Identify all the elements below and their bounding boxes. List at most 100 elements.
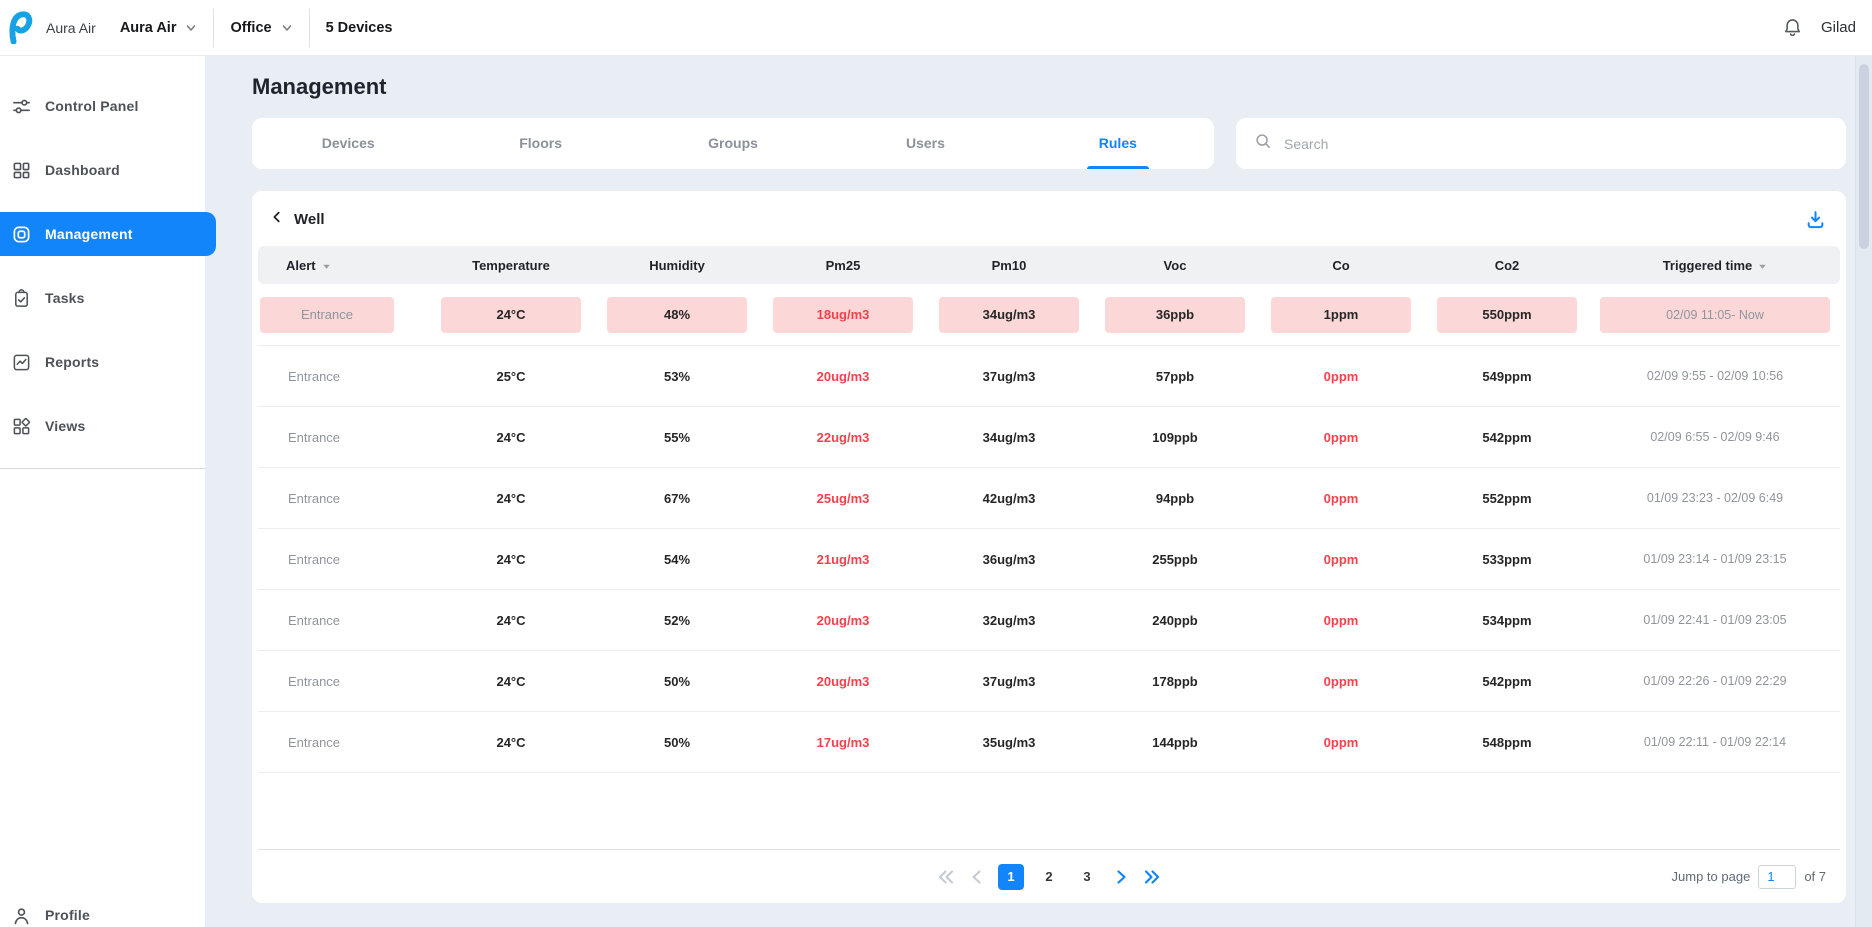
table-footer: 123 Jump to page of 7 xyxy=(258,849,1840,903)
cell-value: 53% xyxy=(664,369,690,384)
cell-value: 01/09 23:14 - 01/09 23:15 xyxy=(1643,552,1786,566)
chevron-left-icon xyxy=(270,210,284,229)
toolbar: DevicesFloorsGroupsUsersRules xyxy=(252,118,1846,169)
table-row[interactable]: Entrance24°C48%18ug/m334ug/m336ppb1ppm55… xyxy=(258,284,1840,346)
user-name[interactable]: Gilad xyxy=(1821,19,1856,36)
cell-value: 24°C xyxy=(496,735,525,750)
location-selector[interactable]: Office xyxy=(230,20,292,36)
sidebar-item-profile[interactable]: Profile xyxy=(0,893,205,927)
cell-value: Entrance xyxy=(258,552,340,567)
tab-rules[interactable]: Rules xyxy=(1022,118,1214,169)
cell-pm25: 17ug/m3 xyxy=(760,735,926,750)
table-row[interactable]: Entrance24°C50%20ug/m337ug/m3178ppb0ppm5… xyxy=(258,651,1840,712)
tab-groups[interactable]: Groups xyxy=(637,118,829,169)
cell-voc: 144ppb xyxy=(1092,735,1258,750)
cell-pm25: 20ug/m3 xyxy=(760,613,926,628)
cell-value: 02/09 9:55 - 02/09 10:56 xyxy=(1647,369,1783,383)
table-row[interactable]: Entrance24°C54%21ug/m336ug/m3255ppb0ppm5… xyxy=(258,529,1840,590)
cell-value: 0ppm xyxy=(1324,369,1359,384)
sidebar-item-control-panel[interactable]: Control Panel xyxy=(0,84,205,128)
pagination-last-icon[interactable] xyxy=(1142,868,1162,886)
cell-humidity: 52% xyxy=(594,613,760,628)
scrollbar-thumb[interactable] xyxy=(1859,64,1869,249)
cell-voc: 240ppb xyxy=(1092,613,1258,628)
cell-humidity: 54% xyxy=(594,552,760,567)
pagination-first-icon[interactable] xyxy=(936,868,956,886)
cell-humidity: 53% xyxy=(594,369,760,384)
table-row[interactable]: Entrance25°C53%20ug/m337ug/m357ppb0ppm54… xyxy=(258,346,1840,407)
pagination-page-3[interactable]: 3 xyxy=(1074,864,1100,890)
cell-value: 550ppm xyxy=(1437,297,1577,333)
cell-triggered-time: 02/09 11:05- Now xyxy=(1590,297,1840,333)
cell-pm10: 32ug/m3 xyxy=(926,613,1092,628)
organization-selector[interactable]: Aura Air xyxy=(120,20,198,36)
tab-users[interactable]: Users xyxy=(829,118,1021,169)
cell-value: 17ug/m3 xyxy=(817,735,870,750)
cell-alert: Entrance xyxy=(258,430,428,445)
sidebar-item-dashboard[interactable]: Dashboard xyxy=(0,148,205,192)
cell-value: 25ug/m3 xyxy=(817,491,870,506)
cell-value: 255ppb xyxy=(1152,552,1198,567)
cell-alert: Entrance xyxy=(258,613,428,628)
cell-voc: 255ppb xyxy=(1092,552,1258,567)
cell-co: 0ppm xyxy=(1258,613,1424,628)
table-row[interactable]: Entrance24°C55%22ug/m334ug/m3109ppb0ppm5… xyxy=(258,407,1840,468)
chevron-down-icon xyxy=(281,22,293,34)
cell-pm10: 42ug/m3 xyxy=(926,491,1092,506)
back-button[interactable]: Well xyxy=(270,210,325,229)
cell-pm10: 36ug/m3 xyxy=(926,552,1092,567)
column-header-humidity: Humidity xyxy=(594,258,760,273)
profile-icon xyxy=(11,905,31,925)
search-input[interactable] xyxy=(1284,136,1828,152)
table-row[interactable]: Entrance24°C67%25ug/m342ug/m394ppb0ppm55… xyxy=(258,468,1840,529)
notifications-bell-icon[interactable] xyxy=(1782,17,1803,38)
sort-caret-icon xyxy=(1758,262,1767,271)
column-header-triggered-time[interactable]: Triggered time xyxy=(1590,258,1840,273)
cell-pm25: 21ug/m3 xyxy=(760,552,926,567)
cell-voc: 178ppb xyxy=(1092,674,1258,689)
jump-to-page-input[interactable] xyxy=(1758,865,1796,889)
cell-value: 24°C xyxy=(496,613,525,628)
pagination-next-icon[interactable] xyxy=(1112,868,1130,886)
cell-value: 02/09 11:05- Now xyxy=(1600,297,1830,333)
cell-value: 549ppm xyxy=(1482,369,1531,384)
table-row[interactable]: Entrance24°C50%17ug/m335ug/m3144ppb0ppm5… xyxy=(258,712,1840,773)
page-title: Management xyxy=(252,74,1846,100)
column-header-alert[interactable]: Alert xyxy=(258,258,428,273)
cell-value: 34ug/m3 xyxy=(939,297,1079,333)
sidebar-item-views[interactable]: Views xyxy=(0,404,205,448)
sidebar-item-reports[interactable]: Reports xyxy=(0,340,205,384)
rules-table-card: Well AlertTemperatureHumidityPm25Pm10Voc… xyxy=(252,191,1846,903)
sidebar-item-tasks[interactable]: Tasks xyxy=(0,276,205,320)
cell-co2: 550ppm xyxy=(1424,297,1590,333)
cell-co2: 552ppm xyxy=(1424,491,1590,506)
cell-value: 24°C xyxy=(496,552,525,567)
sidebar-item-management[interactable]: Management xyxy=(0,212,216,256)
table-row[interactable]: Entrance24°C52%20ug/m332ug/m3240ppb0ppm5… xyxy=(258,590,1840,651)
cell-value: 34ug/m3 xyxy=(983,430,1036,445)
pagination-page-1[interactable]: 1 xyxy=(998,864,1024,890)
download-icon[interactable] xyxy=(1805,209,1826,230)
sidebar-nav: Control PanelDashboardManagementTasksRep… xyxy=(0,56,205,448)
sidebar-divider xyxy=(0,468,205,469)
dashboard-icon xyxy=(11,160,31,180)
tasks-icon xyxy=(11,288,31,308)
cell-value: 01/09 22:26 - 01/09 22:29 xyxy=(1643,674,1786,688)
page-scrollbar[interactable] xyxy=(1855,56,1872,927)
cell-value: 24°C xyxy=(496,430,525,445)
cell-value: 22ug/m3 xyxy=(817,430,870,445)
cell-value: 54% xyxy=(664,552,690,567)
search-box[interactable] xyxy=(1236,118,1846,169)
cell-co: 0ppm xyxy=(1258,369,1424,384)
cell-humidity: 67% xyxy=(594,491,760,506)
tab-floors[interactable]: Floors xyxy=(444,118,636,169)
page-total-label: of 7 xyxy=(1804,869,1826,884)
pagination-previous-icon[interactable] xyxy=(968,868,986,886)
management-icon xyxy=(11,224,31,244)
cell-value: 21ug/m3 xyxy=(817,552,870,567)
pagination-page-2[interactable]: 2 xyxy=(1036,864,1062,890)
tab-devices[interactable]: Devices xyxy=(252,118,444,169)
cell-triggered-time: 01/09 23:23 - 02/09 6:49 xyxy=(1590,491,1840,505)
cell-value: 20ug/m3 xyxy=(817,613,870,628)
pagination: 123 xyxy=(936,864,1162,890)
